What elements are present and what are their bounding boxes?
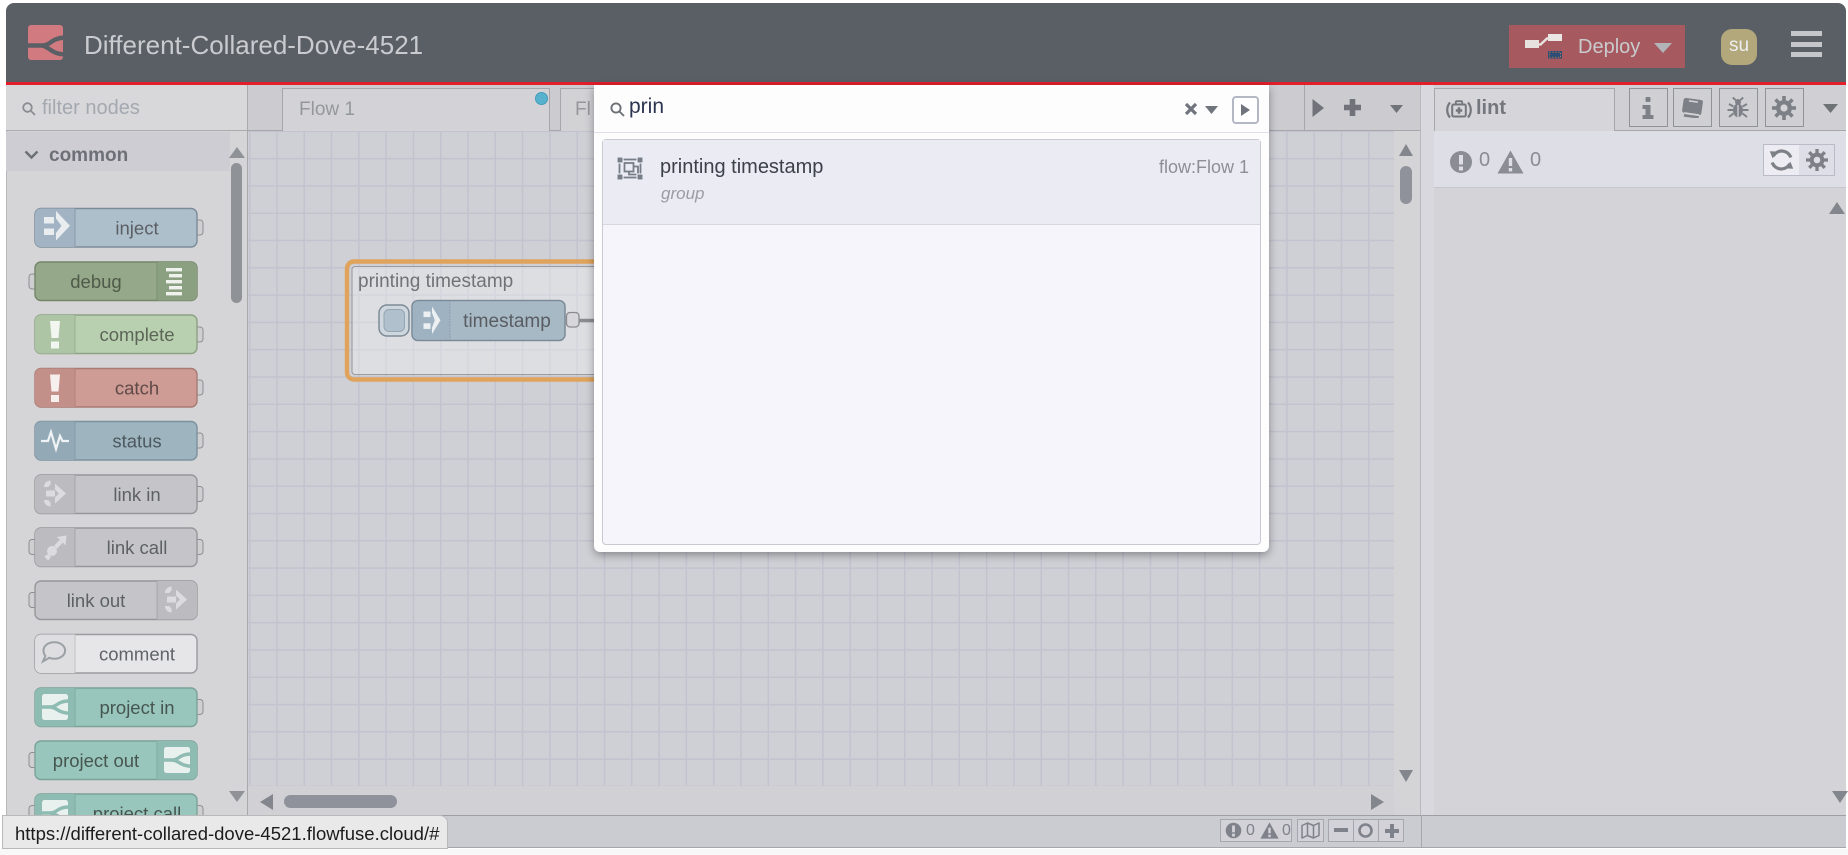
svg-text:link out: link out	[67, 590, 126, 611]
svg-text:printing timestamp: printing timestamp	[358, 271, 513, 292]
svg-text:project in: project in	[99, 697, 174, 718]
svg-text:catch: catch	[115, 378, 159, 399]
svg-text:link in: link in	[113, 484, 160, 505]
svg-text:status: status	[112, 431, 161, 452]
svg-text:project out: project out	[53, 750, 139, 771]
svg-text:debug: debug	[70, 271, 121, 292]
svg-text:timestamp: timestamp	[463, 311, 551, 332]
svg-text:project call: project call	[93, 803, 181, 815]
svg-text:inject: inject	[115, 218, 158, 239]
svg-text:comment: comment	[99, 644, 175, 665]
svg-text:complete: complete	[99, 324, 174, 345]
svg-text:link call: link call	[107, 537, 168, 558]
